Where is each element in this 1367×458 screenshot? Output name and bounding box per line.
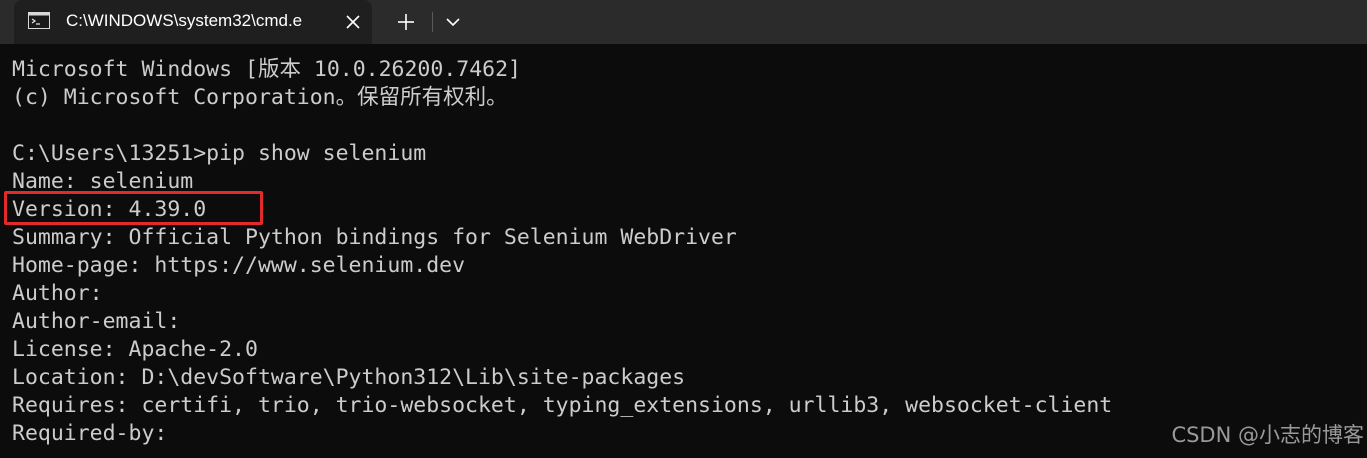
terminal-window: C:\WINDOWS\system32\cmd.e Microsoft Wind… (0, 0, 1367, 458)
console-line-requires: Requires: certifi, trio, trio-websocket,… (12, 393, 1113, 418)
cmd-terminal-icon (28, 12, 50, 29)
console-line-version-header: Microsoft Windows [版本 10.0.26200.7462] (12, 57, 521, 82)
tab-bar: C:\WINDOWS\system32\cmd.e (0, 0, 1367, 44)
console-line-license: License: Apache-2.0 (12, 337, 258, 362)
console-line-copyright: (c) Microsoft Corporation。保留所有权利。 (12, 85, 508, 110)
console-line-author: Author: (12, 281, 103, 306)
console-line-command: C:\Users\13251>pip show selenium (12, 141, 427, 166)
console-line-homepage: Home-page: https://www.selenium.dev (12, 253, 466, 278)
tab-title: C:\WINDOWS\system32\cmd.e (66, 11, 303, 30)
tab-separator (432, 12, 433, 32)
console-output[interactable]: Microsoft Windows [版本 10.0.26200.7462] (… (12, 56, 1352, 456)
console-line-summary: Summary: Official Python bindings for Se… (12, 225, 737, 250)
version-highlight-box (4, 191, 263, 225)
console-line-author-email: Author-email: (12, 309, 181, 334)
chevron-down-icon[interactable] (442, 11, 464, 33)
console-line-location: Location: D:\devSoftware\Python312\Lib\s… (12, 365, 686, 390)
close-icon[interactable] (342, 11, 364, 33)
tab-cmd[interactable]: C:\WINDOWS\system32\cmd.e (14, 0, 372, 44)
plus-icon[interactable] (394, 10, 418, 34)
watermark: CSDN @小志的博客 (1171, 423, 1364, 447)
